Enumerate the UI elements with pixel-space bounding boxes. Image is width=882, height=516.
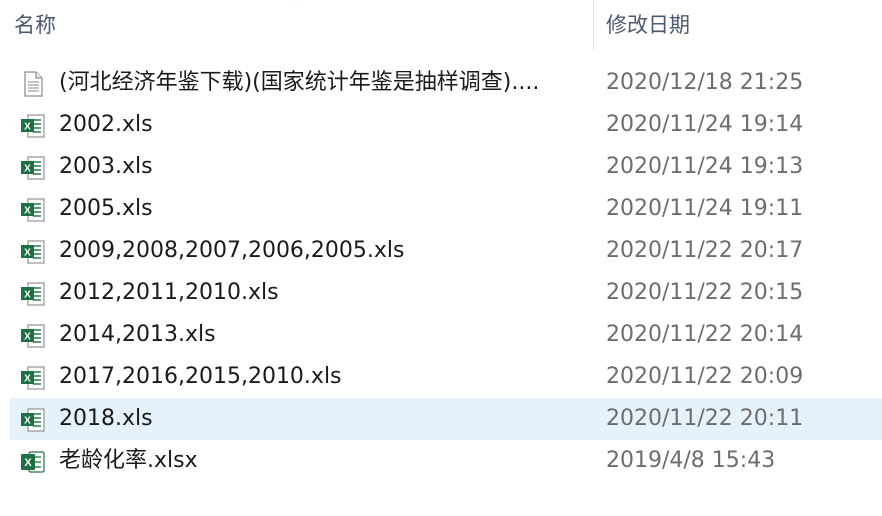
excel-xls-icon: X: [21, 156, 45, 180]
svg-text:X: X: [24, 164, 31, 175]
text-file-icon: [24, 71, 43, 97]
excel-xlsx-icon: X: [21, 451, 45, 473]
svg-text:X: X: [24, 206, 31, 217]
file-row[interactable]: X 2003.xls 2020/11/24 19:13: [0, 146, 882, 188]
file-date-modified: 2020/11/22 20:09: [606, 364, 804, 389]
file-date-modified: 2019/4/8 15:43: [606, 448, 776, 473]
column-header-bar: ⌃ 名称 修改日期: [0, 0, 882, 50]
file-name: 2017,2016,2015,2010.xls: [59, 364, 342, 389]
svg-text:X: X: [24, 248, 31, 259]
excel-xls-icon: X: [21, 408, 45, 432]
file-list: (河北经济年鉴下载)(国家统计年鉴是抽样调查).... 2020/12/18 2…: [0, 62, 882, 482]
svg-text:X: X: [24, 416, 31, 427]
excel-xls-icon: X: [21, 114, 45, 138]
file-row[interactable]: X 2014,2013.xls 2020/11/22 20:14: [0, 314, 882, 356]
excel-xls-icon: X: [21, 282, 45, 306]
file-name: 2005.xls: [59, 196, 153, 221]
svg-text:X: X: [24, 374, 31, 385]
file-explorer-details-view: ⌃ 名称 修改日期 (河北经济年鉴下载)(国家统计年鉴是抽样调查).... 20…: [0, 0, 882, 516]
file-name: 2018.xls: [59, 406, 153, 431]
file-row-selected[interactable]: X 2018.xls 2020/11/22 20:11: [0, 398, 882, 440]
file-row[interactable]: X 老龄化率.xlsx 2019/4/8 15:43: [0, 440, 882, 482]
file-date-modified: 2020/12/18 21:25: [606, 70, 804, 95]
svg-text:X: X: [24, 122, 31, 133]
file-row[interactable]: X 2017,2016,2015,2010.xls 2020/11/22 20:…: [0, 356, 882, 398]
column-header-name[interactable]: 名称: [14, 0, 589, 50]
file-row[interactable]: X 2005.xls 2020/11/24 19:11: [0, 188, 882, 230]
file-date-modified: 2020/11/22 20:14: [606, 322, 804, 347]
svg-text:X: X: [24, 457, 32, 469]
excel-xls-icon: X: [21, 240, 45, 264]
file-date-modified: 2020/11/22 20:15: [606, 280, 804, 305]
file-date-modified: 2020/11/22 20:11: [606, 406, 804, 431]
file-name: 2014,2013.xls: [59, 322, 216, 347]
file-row[interactable]: X 2012,2011,2010.xls 2020/11/22 20:15: [0, 272, 882, 314]
file-row[interactable]: X 2002.xls 2020/11/24 19:14: [0, 104, 882, 146]
file-row[interactable]: X 2009,2008,2007,2006,2005.xls 2020/11/2…: [0, 230, 882, 272]
file-date-modified: 2020/11/24 19:13: [606, 154, 804, 179]
file-name: 老龄化率.xlsx: [59, 448, 198, 473]
excel-xls-icon: X: [21, 366, 45, 390]
file-name: 2002.xls: [59, 112, 153, 137]
excel-xls-icon: X: [21, 324, 45, 348]
file-date-modified: 2020/11/24 19:14: [606, 112, 804, 137]
file-name: 2003.xls: [59, 154, 153, 179]
file-name: 2009,2008,2007,2006,2005.xls: [59, 238, 405, 263]
file-row[interactable]: (河北经济年鉴下载)(国家统计年鉴是抽样调查).... 2020/12/18 2…: [0, 62, 882, 104]
column-divider[interactable]: [593, 0, 594, 50]
svg-text:X: X: [24, 332, 31, 343]
file-name: 2012,2011,2010.xls: [59, 280, 279, 305]
column-header-date-modified[interactable]: 修改日期: [606, 0, 876, 50]
svg-text:X: X: [24, 290, 31, 301]
file-name: (河北经济年鉴下载)(国家统计年鉴是抽样调查)....: [59, 70, 540, 95]
excel-xls-icon: X: [21, 198, 45, 222]
file-date-modified: 2020/11/24 19:11: [606, 196, 804, 221]
file-date-modified: 2020/11/22 20:17: [606, 238, 804, 263]
